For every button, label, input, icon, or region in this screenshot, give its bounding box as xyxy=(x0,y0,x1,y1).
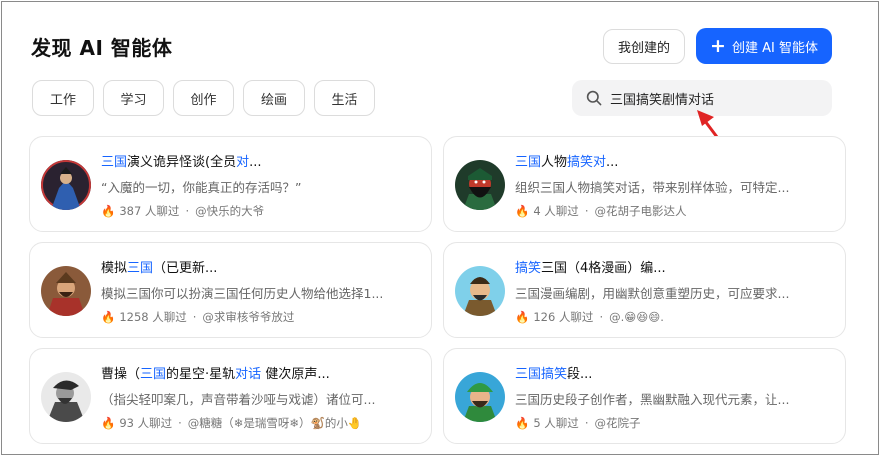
agent-card-title: 曹操（三国的星空·星轨对话 健次原声... xyxy=(101,367,330,382)
author-name: @糖糖（❄是瑞雪呀❄）🐒的小🤚 xyxy=(187,416,363,430)
agent-card-description: 组织三国人物搞笑对话，带来别样体验，可特定... xyxy=(515,180,790,195)
tab-create[interactable]: 创作 xyxy=(173,80,234,116)
agent-card[interactable]: 曹操（三国的星空·星轨对话 健次原声... （指尖轻叩案几，声音带着沙哑与戏谑）… xyxy=(29,348,432,444)
separator-dot: · xyxy=(599,310,604,324)
author-name: @花胡子电影达人 xyxy=(594,204,687,218)
agent-card-title: 三国搞笑段... xyxy=(515,367,593,382)
tab-life[interactable]: 生活 xyxy=(314,80,375,116)
agent-card[interactable]: 模拟三国（已更新... 模拟三国你可以扮演三国任何历史人物给他选择1... 🔥 … xyxy=(29,242,432,338)
my-created-button[interactable]: 我创建的 xyxy=(603,29,685,64)
agent-card-title: 三国人物搞笑对... xyxy=(515,155,619,170)
cartoon-general-avatar xyxy=(455,266,505,316)
chat-count: 387 人聊过 xyxy=(119,204,180,218)
agent-card[interactable]: 三国搞笑段... 三国历史段子创作者，黑幽默融入现代元素，让... 🔥 5 人聊… xyxy=(443,348,846,444)
chat-count: 126 人聊过 xyxy=(533,310,594,324)
separator-dot: · xyxy=(185,204,190,218)
green-helmet-general-avatar xyxy=(455,372,505,422)
red-faced-general-avatar xyxy=(455,160,505,210)
agent-card-meta: 🔥 126 人聊过 · @.😁😆😄. xyxy=(515,309,664,325)
agent-card-description: “入魔的一切，你能真正的存活吗？” xyxy=(101,180,302,195)
separator-dot: · xyxy=(178,416,182,430)
agent-card-meta: 🔥 93 人聊过 · @糖糖（❄是瑞雪呀❄）🐒的小🤚 xyxy=(101,415,362,431)
separator-dot: · xyxy=(584,204,589,218)
create-agent-label: 创建 AI 智能体 xyxy=(731,40,818,56)
chat-count: 1258 人聊过 xyxy=(119,310,187,324)
agent-card-description: 模拟三国你可以扮演三国任何历史人物给他选择1... xyxy=(101,286,384,301)
blue-robed-figure-avatar xyxy=(41,160,91,210)
agent-card-meta: 🔥 387 人聊过 · @快乐的大爷 xyxy=(101,203,264,219)
agent-card-title: 三国演义诡异怪谈(全员对... xyxy=(101,155,262,170)
agent-card-title: 模拟三国（已更新... xyxy=(101,261,218,276)
agent-card-description: 三国漫画编剧，用幽默创意重塑历史，可应要求... xyxy=(515,286,790,301)
agent-card-description: 三国历史段子创作者，黑幽默融入现代元素，让... xyxy=(515,392,790,407)
fire-icon: 🔥 xyxy=(515,416,530,430)
fire-icon: 🔥 xyxy=(101,310,116,324)
agent-card[interactable]: 搞笑三国（4格漫画）编... 三国漫画编剧，用幽默创意重塑历史，可应要求... … xyxy=(443,242,846,338)
agent-card-meta: 🔥 4 人聊过 · @花胡子电影达人 xyxy=(515,203,686,219)
fire-icon: 🔥 xyxy=(101,416,116,430)
author-name: @快乐的大爷 xyxy=(195,204,265,218)
agent-card-meta: 🔥 5 人聊过 · @花院子 xyxy=(515,415,640,431)
page-title: 发现 AI 智能体 xyxy=(31,36,173,60)
ink-sketch-avatar xyxy=(41,372,91,422)
category-tabs: 工作 学习 创作 绘画 生活 xyxy=(32,80,384,116)
chat-count: 4 人聊过 xyxy=(533,204,579,218)
search-input[interactable] xyxy=(610,90,820,106)
author-name: @花院子 xyxy=(594,416,641,430)
plus-icon: + xyxy=(710,34,726,57)
tab-work[interactable]: 工作 xyxy=(32,80,94,116)
agent-card-description: （指尖轻叩案几，声音带着沙哑与戏谑）诸位可... xyxy=(101,392,376,407)
separator-dot: · xyxy=(192,310,197,324)
search-icon xyxy=(586,90,602,106)
create-agent-button[interactable]: + 创建 AI 智能体 xyxy=(696,28,832,64)
agent-card[interactable]: 三国人物搞笑对... 组织三国人物搞笑对话，带来别样体验，可特定... 🔥 4 … xyxy=(443,136,846,232)
chat-count: 93 人聊过 xyxy=(119,416,173,430)
warrior-portrait-avatar xyxy=(41,266,91,316)
agent-card-title: 搞笑三国（4格漫画）编... xyxy=(515,261,666,276)
separator-dot: · xyxy=(584,416,589,430)
tab-drawing[interactable]: 绘画 xyxy=(243,80,305,116)
fire-icon: 🔥 xyxy=(101,204,116,218)
tab-study[interactable]: 学习 xyxy=(103,80,164,116)
author-name: @求审核爷爷放过 xyxy=(202,310,295,324)
author-name: @.😁😆😄. xyxy=(609,310,664,324)
fire-icon: 🔥 xyxy=(515,204,530,218)
agent-card[interactable]: 三国演义诡异怪谈(全员对... “入魔的一切，你能真正的存活吗？” 🔥 387 … xyxy=(29,136,432,232)
fire-icon: 🔥 xyxy=(515,310,530,324)
chat-count: 5 人聊过 xyxy=(533,416,579,430)
agent-card-meta: 🔥 1258 人聊过 · @求审核爷爷放过 xyxy=(101,309,294,325)
